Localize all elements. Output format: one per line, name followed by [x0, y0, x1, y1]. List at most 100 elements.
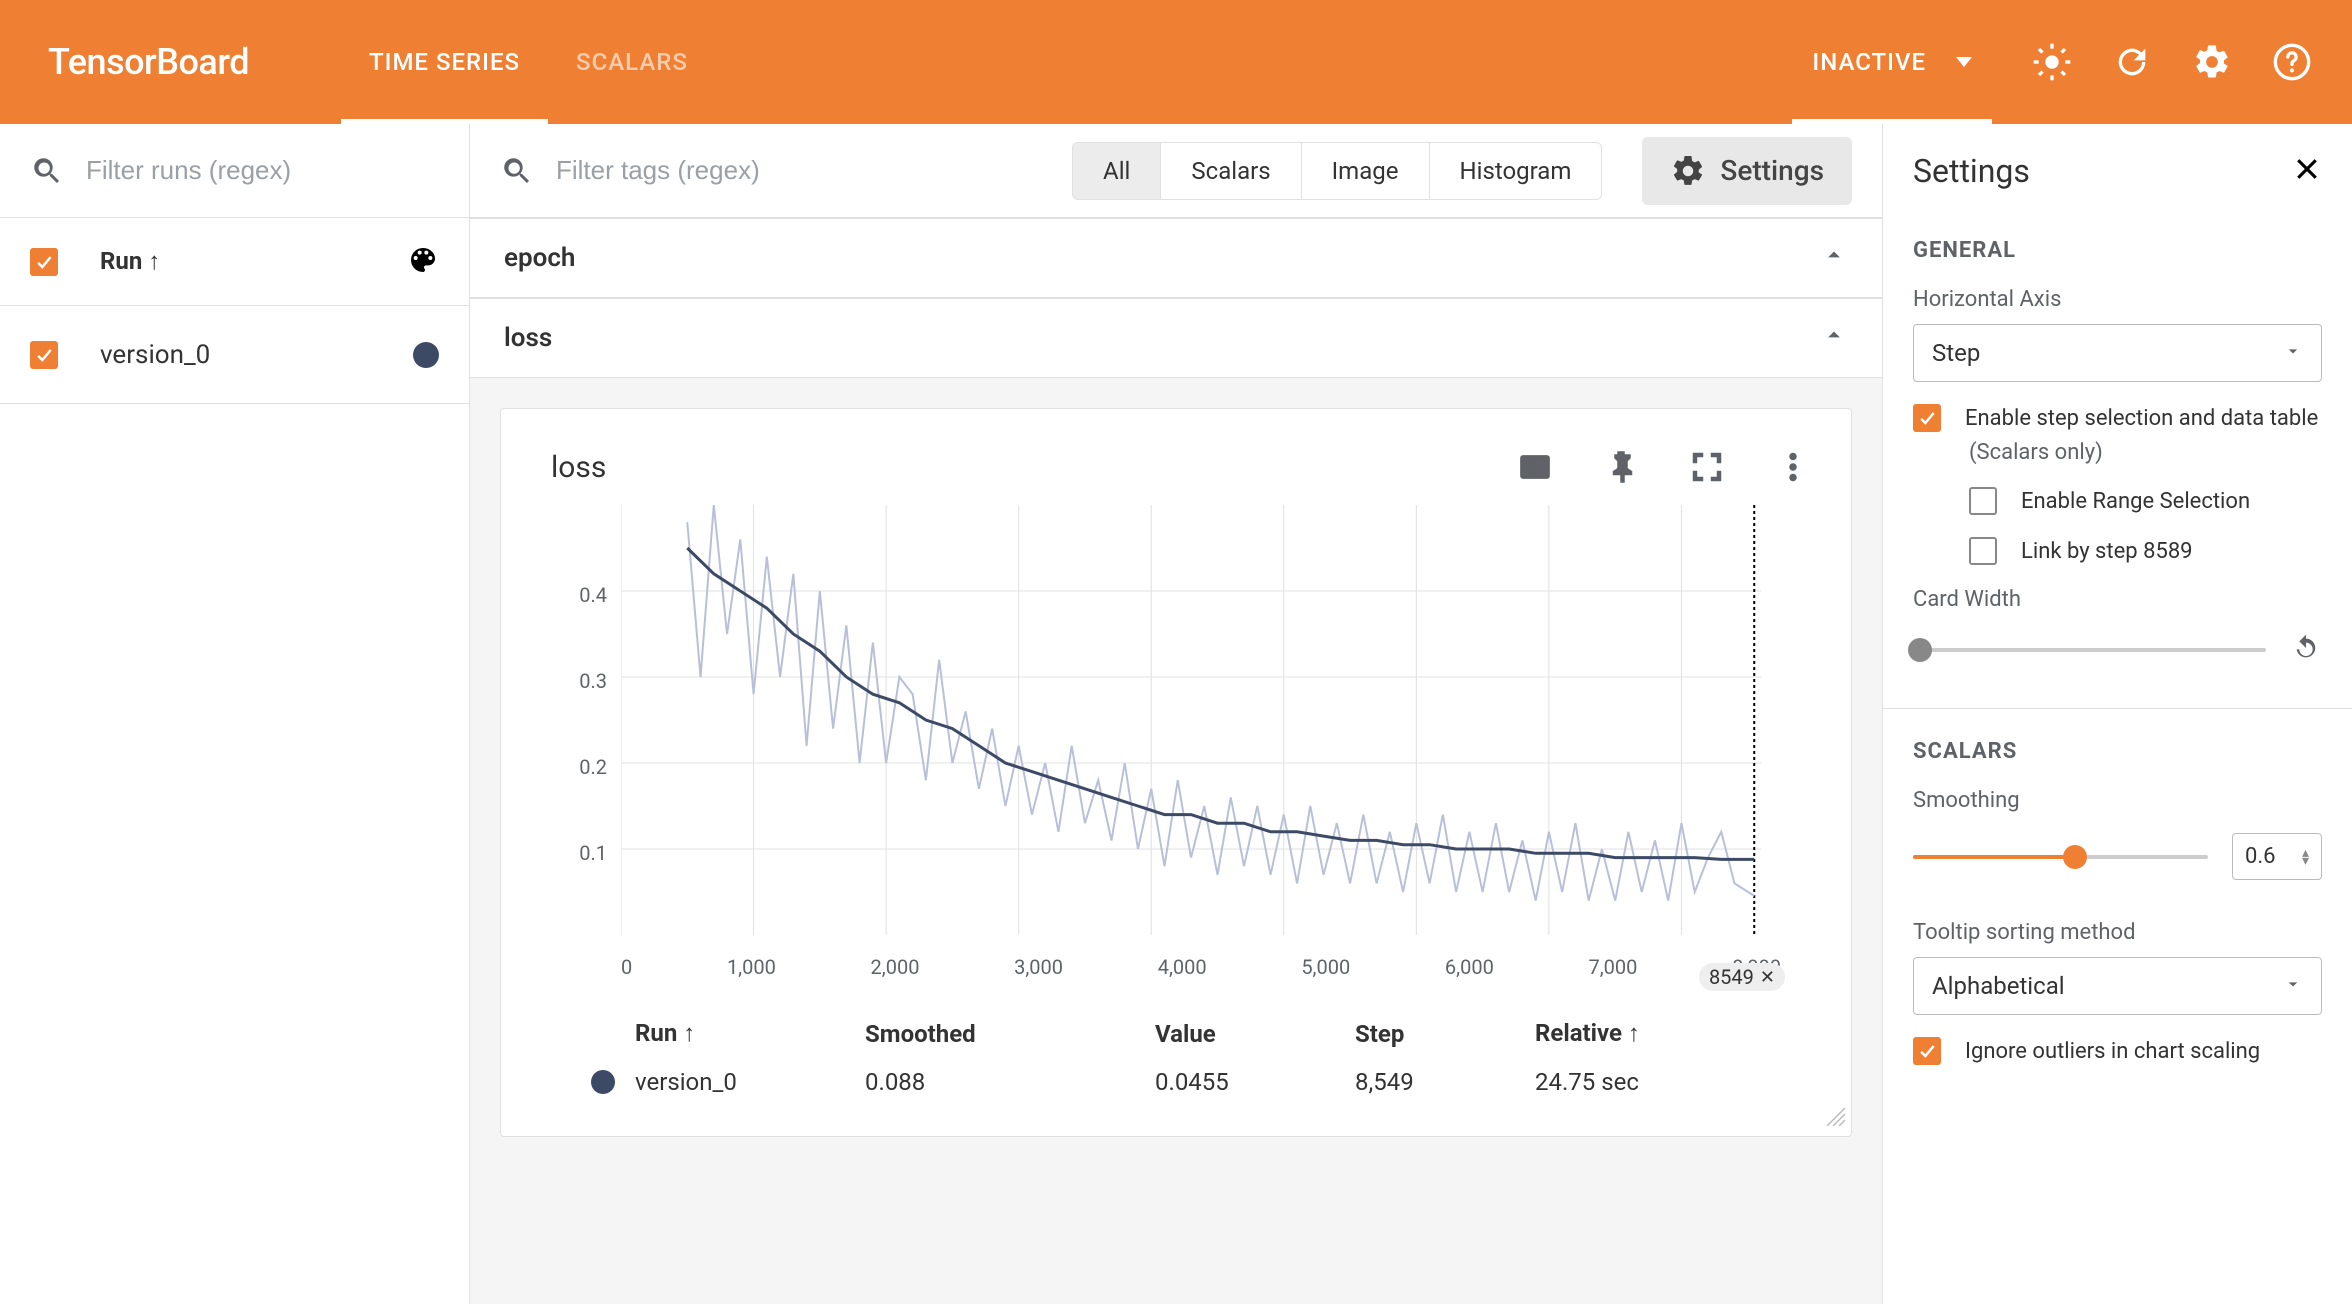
section-loss[interactable]: loss — [470, 298, 1882, 378]
col-smoothed[interactable]: Smoothed — [865, 1020, 1155, 1048]
fit-icon[interactable] — [1517, 449, 1553, 485]
cb-enable-range[interactable] — [1969, 487, 1997, 515]
card-title: loss — [551, 450, 606, 485]
cb-enable-step[interactable] — [1913, 404, 1941, 432]
search-icon — [30, 154, 64, 188]
section-epoch[interactable]: epoch — [470, 218, 1882, 298]
resize-handle[interactable] — [1825, 1106, 1845, 1130]
seg-image[interactable]: Image — [1302, 143, 1430, 199]
col-relative[interactable]: Relative ↑ — [1535, 1019, 1715, 1048]
cb-ignore-outliers-row[interactable]: Ignore outliers in chart scaling — [1913, 1037, 2322, 1065]
cb-enable-step-sub: (Scalars only) — [1969, 440, 2322, 465]
card-width-label: Card Width — [1913, 587, 2322, 612]
cell-value: 0.0455 — [1155, 1068, 1355, 1096]
selected-step-badge: 8549 ✕ — [1699, 963, 1785, 991]
filter-runs-input[interactable] — [84, 154, 439, 187]
h-axis-select[interactable]: Step — [1913, 324, 2322, 382]
col-run[interactable]: Run ↑ — [635, 1019, 865, 1048]
x-axis-ticks: 01,0002,0003,0004,0005,0006,0007,0008,00… — [621, 939, 1781, 979]
run-row[interactable]: version_0 — [0, 306, 469, 404]
tooltip-select[interactable]: Alphabetical — [1913, 957, 2322, 1015]
tab-scalars[interactable]: SCALARS — [548, 0, 716, 124]
scalars-subhead: SCALARS — [1913, 739, 2322, 764]
gear-icon — [1670, 153, 1706, 189]
filter-tags-input[interactable] — [554, 154, 954, 187]
cb-enable-step-label: Enable step selection and data table — [1965, 406, 2318, 431]
all-runs-checkbox[interactable] — [30, 248, 58, 276]
chevron-up-icon — [1820, 321, 1848, 356]
settings-button[interactable]: Settings — [1642, 137, 1852, 205]
general-subhead: GENERAL — [1913, 238, 2322, 263]
seg-scalars[interactable]: Scalars — [1161, 143, 1301, 199]
run-name: version_0 — [100, 340, 210, 370]
runs-sidebar: Run ↑ version_0 — [0, 124, 470, 1304]
chart-type-segments: All Scalars Image Histogram — [1072, 142, 1602, 200]
smoothing-slider[interactable] — [1913, 855, 2208, 859]
fullscreen-icon[interactable] — [1689, 449, 1725, 485]
gear-icon[interactable] — [2192, 42, 2232, 82]
loss-card: loss 01,0002,0003,0004,0005,0006,0007,00… — [500, 408, 1852, 1137]
brightness-icon[interactable] — [2032, 42, 2072, 82]
filter-runs-row — [0, 124, 469, 218]
tab-time-series[interactable]: TIME SERIES — [341, 0, 548, 124]
loss-chart[interactable]: 01,0002,0003,0004,0005,0006,0007,0008,00… — [531, 495, 1821, 989]
run-color-dot[interactable] — [413, 342, 439, 368]
settings-panel: Settings GENERAL Horizontal Axis Step En… — [1882, 124, 2352, 1304]
cb-enable-step-row[interactable]: Enable step selection and data table — [1913, 404, 2322, 432]
chevron-up-icon — [1820, 241, 1848, 276]
h-axis-value: Step — [1932, 339, 1980, 367]
reset-icon[interactable] — [2290, 632, 2322, 668]
cb-enable-range-label: Enable Range Selection — [2021, 489, 2250, 514]
settings-title: Settings — [1913, 152, 2030, 190]
cell-step: 8,549 — [1355, 1068, 1535, 1096]
run-checkbox[interactable] — [30, 341, 58, 369]
pin-icon[interactable] — [1603, 449, 1639, 485]
selected-step-value: 8549 — [1709, 965, 1754, 989]
help-icon[interactable] — [2272, 42, 2312, 82]
main-area: All Scalars Image Histogram Settings epo… — [470, 124, 1882, 1304]
chevron-down-icon — [1956, 57, 1972, 67]
section-loss-title: loss — [504, 323, 552, 353]
cb-enable-range-row[interactable]: Enable Range Selection — [1969, 487, 2322, 515]
chevron-down-icon — [2283, 339, 2303, 367]
cell-run: version_0 — [635, 1068, 865, 1096]
h-axis-label: Horizontal Axis — [1913, 287, 2322, 312]
main-toolbar: All Scalars Image Histogram Settings — [470, 124, 1882, 218]
smoothing-input[interactable]: 0.6 ▴▾ — [2232, 833, 2322, 880]
inactive-dropdown[interactable]: INACTIVE — [1792, 0, 1992, 124]
search-icon — [500, 154, 534, 188]
app-header: TensorBoard TIME SERIES SCALARS INACTIVE — [0, 0, 2352, 124]
run-header-row: Run ↑ — [0, 218, 469, 306]
card-width-slider[interactable] — [1913, 648, 2266, 652]
col-step[interactable]: Step — [1355, 1020, 1535, 1048]
palette-icon[interactable] — [407, 244, 439, 280]
table-row: version_0 0.088 0.0455 8,549 24.75 sec — [591, 1058, 1821, 1106]
smoothing-row: 0.6 ▴▾ — [1913, 833, 2322, 880]
chart-svg — [621, 505, 1761, 935]
seg-all[interactable]: All — [1073, 143, 1161, 199]
cell-smoothed: 0.088 — [865, 1068, 1155, 1096]
cb-link-step-label: Link by step 8589 — [2021, 539, 2193, 564]
close-icon[interactable]: ✕ — [1760, 967, 1775, 988]
settings-button-label: Settings — [1720, 154, 1824, 187]
chevron-down-icon — [2283, 972, 2303, 1000]
cb-ignore-outliers[interactable] — [1913, 1037, 1941, 1065]
filter-tags-row — [500, 154, 954, 188]
col-value[interactable]: Value — [1155, 1020, 1355, 1048]
close-icon[interactable] — [2292, 154, 2322, 188]
row-color-dot — [591, 1070, 615, 1094]
run-header-label[interactable]: Run ↑ — [100, 247, 160, 276]
smoothing-label: Smoothing — [1913, 788, 2322, 813]
cb-ignore-outliers-label: Ignore outliers in chart scaling — [1965, 1039, 2260, 1064]
cb-link-step[interactable] — [1969, 537, 1997, 565]
logo: TensorBoard — [48, 41, 249, 83]
tooltip-value: Alphabetical — [1932, 972, 2065, 1000]
cb-link-step-row[interactable]: Link by step 8589 — [1969, 537, 2322, 565]
seg-histogram[interactable]: Histogram — [1430, 143, 1602, 199]
more-icon[interactable] — [1775, 449, 1811, 485]
data-table: Run ↑ Smoothed Value Step Relative ↑ ver… — [591, 1009, 1821, 1106]
section-epoch-title: epoch — [504, 243, 575, 273]
refresh-icon[interactable] — [2112, 42, 2152, 82]
tooltip-label: Tooltip sorting method — [1913, 920, 2322, 945]
table-header: Run ↑ Smoothed Value Step Relative ↑ — [591, 1009, 1821, 1058]
